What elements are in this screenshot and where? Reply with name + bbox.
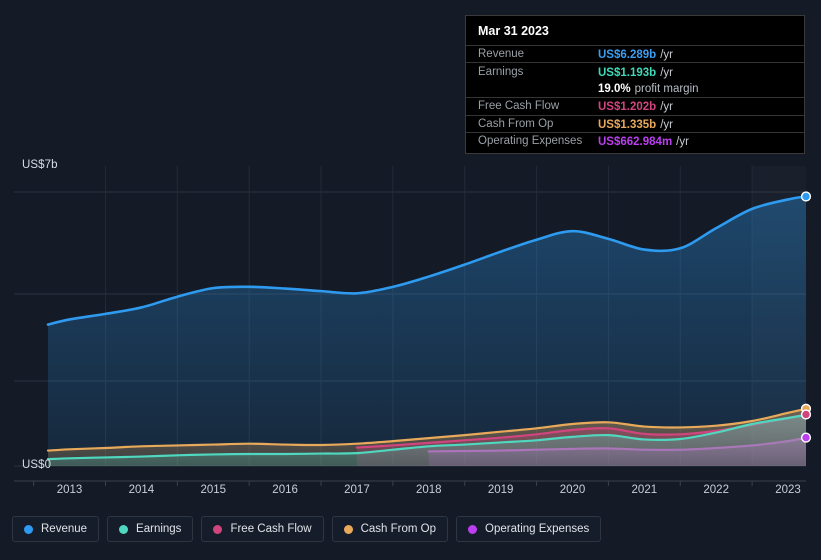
y-axis-label-zero: US$0 — [22, 459, 52, 471]
tooltip-row-unit: /yr — [660, 49, 673, 62]
x-axis-tick-label: 2016 — [272, 484, 298, 496]
tooltip-row-value: US$662.984m — [598, 136, 673, 149]
tooltip-row-value: US$1.202b — [598, 101, 657, 114]
legend-item-label: Operating Expenses — [485, 523, 590, 535]
x-axis-tick-label: 2018 — [415, 484, 442, 496]
x-axis-tick-label: 2019 — [487, 484, 514, 496]
x-axis-tick-label: 2021 — [631, 484, 658, 496]
tooltip-date: Mar 31 2023 — [478, 24, 549, 38]
x-axis-tick-label: 2013 — [56, 484, 83, 496]
tooltip-row-value: 19.0% — [598, 83, 631, 96]
legend-item-label: Earnings — [136, 523, 182, 535]
tooltip-row-value: US$1.193b — [598, 66, 657, 79]
x-axis-tick-label: 2020 — [559, 484, 586, 496]
tooltip-row-unit: /yr — [660, 101, 673, 114]
tooltip-row: Free Cash Flow US$1.202b/yr — [466, 97, 804, 114]
tooltip-row-value-group: US$6.289b/yr — [598, 45, 673, 63]
data-tooltip: Mar 31 2023 Revenue US$6.289b/yr Earnings U… — [465, 15, 805, 155]
x-axis-tick-label: 2022 — [703, 484, 729, 496]
tooltip-row-unit: /yr — [676, 136, 689, 149]
endpoint-marker-revenue — [800, 191, 812, 202]
tooltip-row-key: Operating Expenses — [478, 135, 583, 148]
financial-chart-app: US$7b US$0 2013 2014 2015 2016 2017 2018 2019 2… — [0, 0, 821, 560]
tooltip-row-value-group: US$1.202b/yr — [598, 97, 673, 115]
legend-color-dot-icon — [343, 524, 353, 534]
endpoint-marker-free-cash-flow — [800, 409, 812, 420]
tooltip-row-key: Revenue — [478, 48, 525, 61]
tooltip-row: Earnings US$1.193b/yr — [466, 62, 804, 79]
tooltip-row-unit: /yr — [660, 66, 673, 79]
tooltip-rows: Revenue US$6.289b/yr Earnings US$1.193b/yr 1… — [466, 45, 804, 149]
tooltip-row-subtext: profit margin — [634, 83, 699, 96]
tooltip-row-value-group: US$1.193b/yr — [598, 63, 673, 81]
tooltip-row: Cash From Op US$1.335b/yr — [466, 114, 804, 133]
tooltip-row-value: US$6.289b — [598, 49, 657, 62]
chart-legend[interactable]: Revenue Earnings Free Cash Flow Cash From O… — [12, 516, 602, 542]
tooltip-row-value: US$1.335b — [598, 118, 657, 131]
legend-item-label: Revenue — [41, 523, 88, 535]
tooltip-row: 19.0% profit margin — [466, 80, 804, 97]
x-axis-tick-label: 2023 — [775, 484, 801, 496]
tooltip-row-key: Cash From Op — [478, 117, 554, 130]
legend-item-operating-expenses[interactable]: Operating Expenses — [456, 516, 602, 542]
tooltip-row: Operating Expenses US$662.984m/yr — [466, 131, 804, 150]
x-axis-tick-label: 2014 — [128, 484, 155, 496]
tooltip-row-unit: /yr — [660, 118, 673, 131]
legend-item-revenue[interactable]: Revenue — [12, 516, 100, 542]
x-axis-tick-label: 2017 — [344, 484, 370, 496]
legend-item-label: Free Cash Flow — [230, 523, 312, 535]
tooltip-row-key: Earnings — [478, 65, 524, 78]
tooltip-row-value-group: 19.0% profit margin — [598, 79, 699, 97]
tooltip-row: Revenue US$6.289b/yr — [466, 45, 804, 62]
legend-item-label: Cash From Op — [360, 523, 437, 535]
legend-color-dot-icon — [468, 524, 478, 534]
y-axis-label-max: US$7b — [22, 159, 58, 171]
legend-item-earnings[interactable]: Earnings — [107, 516, 194, 542]
legend-color-dot-icon — [24, 524, 33, 534]
endpoint-marker-operating-expenses — [800, 432, 812, 443]
x-axis: 2013 2014 2015 2016 2017 2018 2019 2020 2021 2022… — [0, 484, 821, 502]
x-axis-tick-label: 2015 — [200, 484, 227, 496]
legend-item-free-cash-flow[interactable]: Free Cash Flow — [201, 516, 324, 542]
tooltip-row-value-group: US$662.984m/yr — [598, 132, 689, 150]
tooltip-row-value-group: US$1.335b/yr — [598, 115, 673, 133]
legend-color-dot-icon — [119, 524, 129, 534]
tooltip-row-key: Free Cash Flow — [478, 100, 560, 113]
legend-item-cash-from-op[interactable]: Cash From Op — [331, 516, 449, 542]
legend-color-dot-icon — [213, 524, 223, 534]
